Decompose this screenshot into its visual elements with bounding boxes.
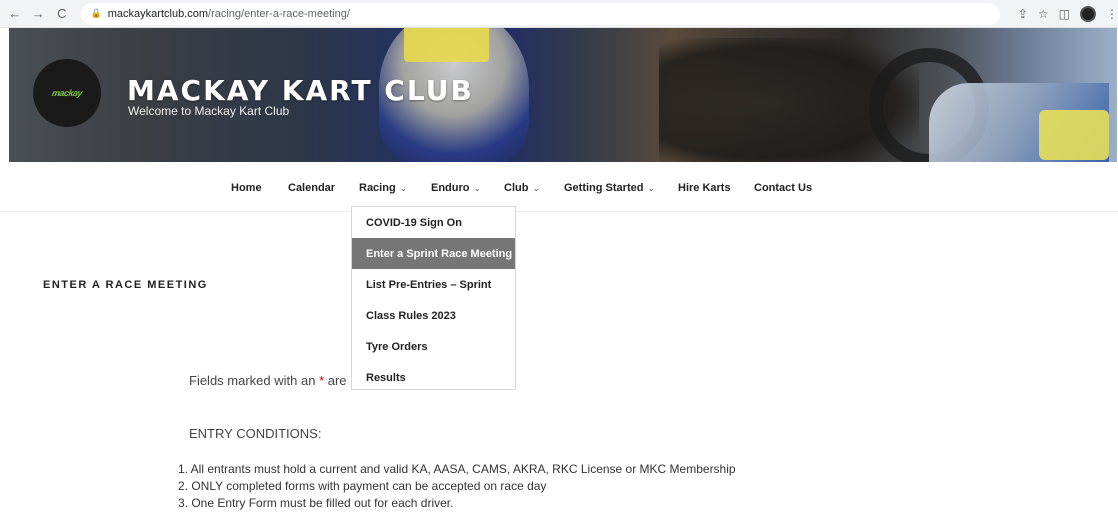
list-item: 1. All entrants must hold a current and …	[178, 462, 736, 476]
menu-item-results[interactable]: Results	[352, 362, 515, 393]
page-title: ENTER A RACE MEETING	[43, 279, 208, 291]
chevron-down-icon: ⌄	[399, 183, 408, 193]
main-navigation: Home Calendar Racing ⌄ Enduro ⌄ Club ⌄ Gett…	[0, 162, 1118, 212]
share-icon[interactable]: ⇪	[1018, 7, 1028, 21]
site-logo-text: mackay	[51, 88, 83, 98]
menu-item-tyre-orders[interactable]: Tyre Orders	[352, 331, 515, 362]
menu-item-list-pre-entries[interactable]: List Pre-Entries – Sprint	[352, 269, 515, 300]
nav-label: Calendar	[288, 182, 336, 194]
url-path: /racing/enter-a-race-meeting/	[208, 7, 350, 20]
entry-conditions-heading: ENTRY CONDITIONS:	[189, 426, 322, 441]
nav-label: Enduro	[431, 182, 470, 194]
required-note-text: Fields marked with an	[189, 373, 320, 388]
browser-actions: ⇪ ☆ ◫ ⋮	[1018, 5, 1118, 22]
nav-label: Hire Karts	[678, 182, 731, 194]
nav-item-getting-started[interactable]: Getting Started ⌄	[564, 182, 655, 194]
nav-item-racing[interactable]: Racing ⌄	[359, 182, 407, 194]
nav-item-club[interactable]: Club ⌄	[504, 182, 540, 194]
chevron-down-icon: ⌄	[647, 183, 655, 193]
lock-icon: 🔒	[90, 8, 102, 18]
site-logo[interactable]: mackay	[33, 59, 101, 127]
chevron-down-icon: ⌄	[532, 183, 540, 193]
browser-menu-icon[interactable]: ⋮	[1106, 7, 1118, 21]
site-title[interactable]: MACKAY KART CLUB	[127, 74, 474, 107]
list-item: 2. ONLY completed forms with payment can…	[178, 479, 547, 493]
site-tagline: Welcome to Mackay Kart Club	[128, 104, 290, 118]
racing-dropdown-menu: COVID-19 Sign On Enter a Sprint Race Mee…	[351, 206, 516, 390]
list-item: 3. One Entry Form must be filled out for…	[178, 496, 454, 510]
address-bar[interactable]: 🔒 mackaykartclub.com /racing/enter-a-rac…	[80, 2, 1000, 25]
reload-icon[interactable]: C	[51, 3, 73, 25]
nav-item-contact-us[interactable]: Contact Us	[754, 182, 812, 194]
profile-avatar[interactable]	[1080, 5, 1097, 22]
nav-item-enduro[interactable]: Enduro ⌄	[431, 182, 481, 194]
menu-item-enter-sprint-race[interactable]: Enter a Sprint Race Meeting	[352, 238, 515, 269]
nav-item-hire-karts[interactable]: Hire Karts	[678, 182, 731, 194]
side-panel-icon[interactable]: ◫	[1059, 7, 1070, 21]
nav-label: Home	[231, 182, 262, 194]
url-domain: mackaykartclub.com	[107, 7, 209, 20]
menu-item-class-rules[interactable]: Class Rules 2023	[352, 300, 515, 331]
browser-toolbar: ← → C 🔒 mackaykartclub.com /racing/enter…	[0, 0, 1118, 28]
nav-label: Racing	[359, 182, 396, 194]
nav-label: Club	[504, 182, 529, 194]
menu-item-covid-sign-on[interactable]: COVID-19 Sign On	[352, 207, 515, 238]
banner-photo-kart-number	[1039, 110, 1109, 160]
chevron-down-icon: ⌄	[473, 183, 482, 193]
nav-label: Getting Started	[564, 182, 644, 194]
back-icon[interactable]: ←	[4, 3, 26, 25]
banner-photo-number-plate	[404, 28, 489, 62]
forward-icon[interactable]: →	[28, 3, 50, 25]
bookmark-star-icon[interactable]: ☆	[1038, 7, 1049, 21]
entry-conditions-list: 1. All entrants must hold a current and …	[178, 461, 736, 512]
nav-label: Contact Us	[754, 182, 813, 194]
nav-item-home[interactable]: Home	[231, 182, 262, 194]
nav-item-calendar[interactable]: Calendar	[288, 182, 335, 194]
